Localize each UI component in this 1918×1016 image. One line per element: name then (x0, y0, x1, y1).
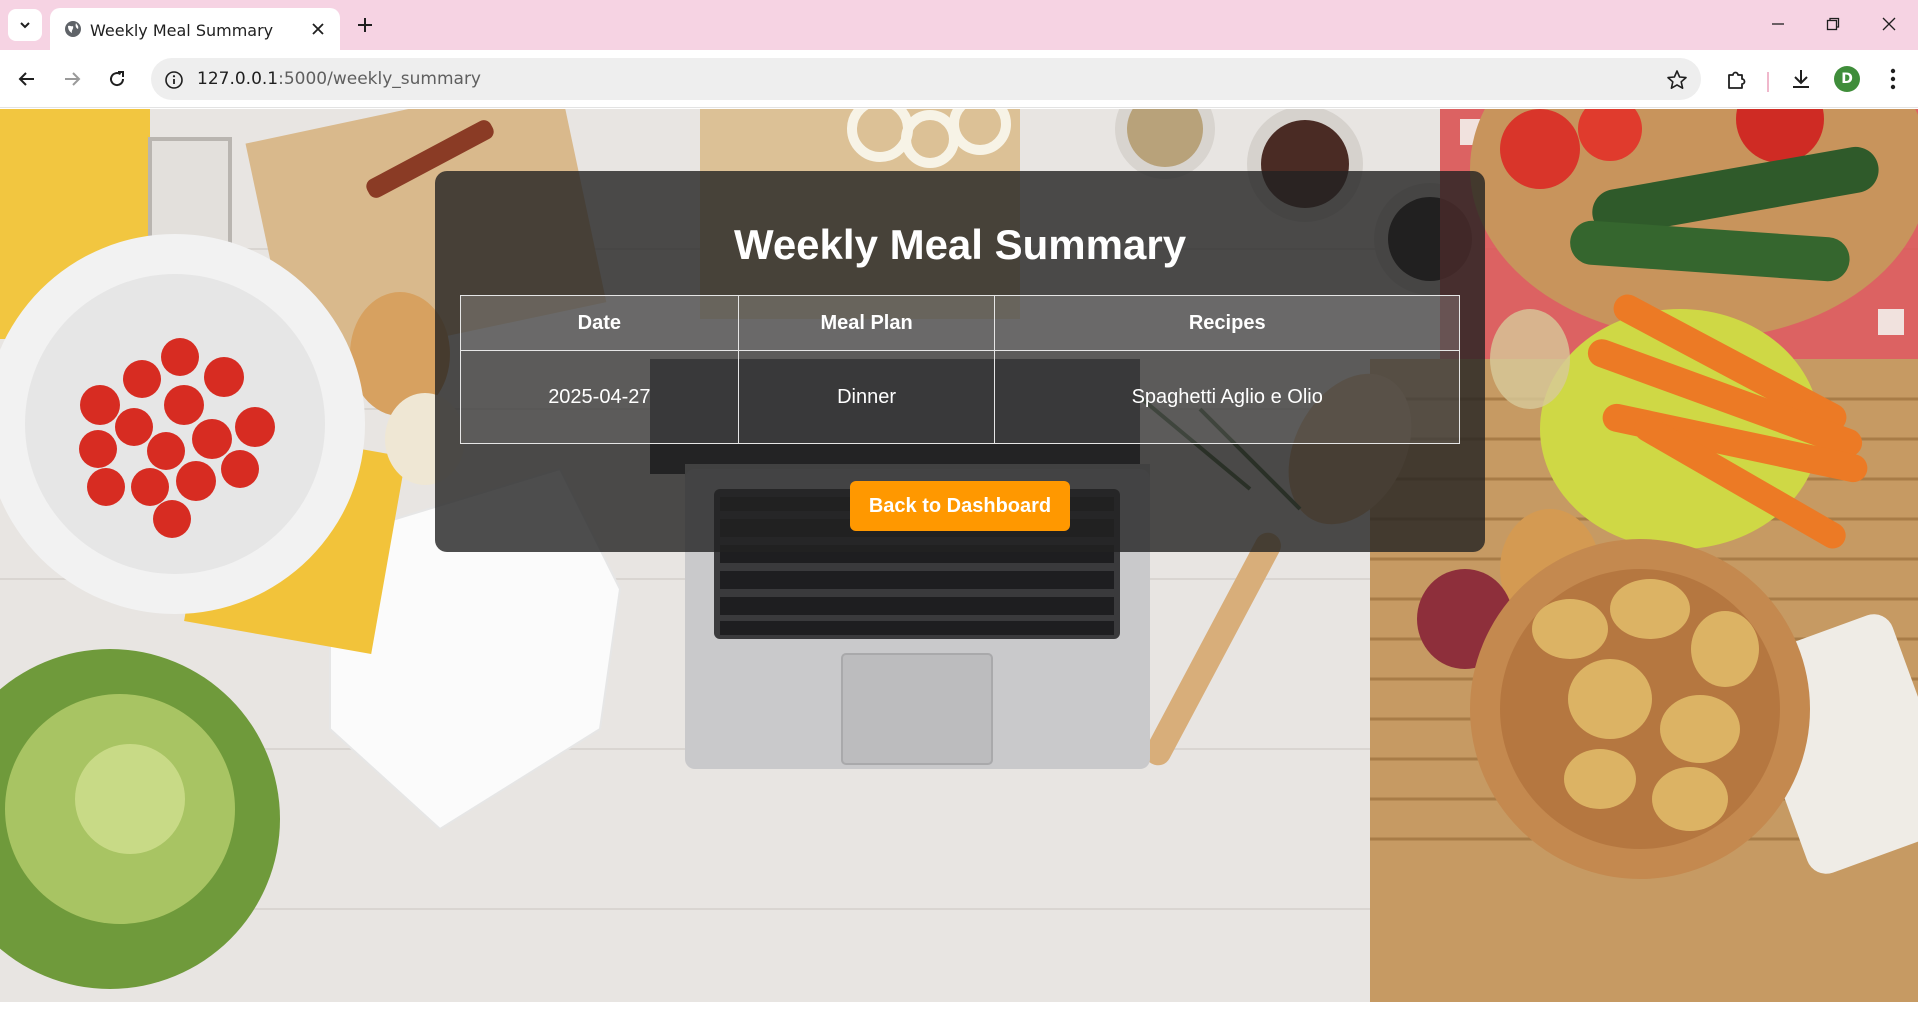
page-viewport: Weekly Meal Summary Date Meal Plan Recip… (0, 109, 1918, 1002)
tab-search-button[interactable] (8, 9, 42, 41)
browser-titlebar: Weekly Meal Summary (0, 0, 1918, 50)
browser-toolbar: 127.0.0.1:5000/weekly_summary D (0, 50, 1918, 108)
arrow-right-icon (65, 72, 81, 86)
page-title: Weekly Meal Summary (733, 221, 1187, 268)
arrow-left-icon (18, 72, 34, 86)
column-header-meal-plan: Meal Plan (737, 295, 996, 351)
puzzle-icon (1728, 71, 1746, 89)
cell-date: 2025-04-27 (460, 350, 739, 444)
restore-button[interactable] (1813, 8, 1853, 40)
reload-button[interactable] (101, 63, 133, 95)
profile-avatar[interactable]: D (1834, 66, 1860, 92)
close-icon (312, 23, 324, 35)
restore-icon (1826, 17, 1840, 31)
reload-icon (110, 71, 125, 87)
table-header-row: Date Meal Plan Recipes (460, 295, 1460, 351)
url-text[interactable]: 127.0.0.1:5000/weekly_summary (197, 69, 481, 89)
new-tab-button[interactable] (352, 12, 378, 38)
column-header-date: Date (460, 295, 739, 351)
meal-summary-table: Date Meal Plan Recipes 2025-04-27 Dinner… (460, 295, 1460, 444)
tab-close-button[interactable] (308, 19, 328, 39)
table-row: 2025-04-27 Dinner Spaghetti Aglio e Olio (460, 350, 1460, 444)
globe-icon (65, 21, 81, 37)
back-nav-button[interactable] (11, 63, 43, 95)
close-window-button[interactable] (1869, 8, 1909, 40)
cell-meal-plan: Dinner (737, 350, 996, 444)
minimize-icon (1772, 23, 1784, 25)
chevron-down-icon (20, 22, 30, 29)
menu-button[interactable] (1878, 64, 1908, 94)
extensions-button[interactable] (1722, 64, 1752, 94)
forward-nav-button[interactable] (56, 63, 88, 95)
back-to-dashboard-button[interactable]: Back to Dashboard (850, 481, 1070, 531)
minimize-button[interactable] (1758, 8, 1798, 40)
close-icon (1882, 17, 1896, 31)
cell-recipes: Spaghetti Aglio e Olio (994, 350, 1460, 444)
column-header-recipes: Recipes (994, 295, 1460, 351)
info-icon[interactable] (163, 69, 185, 91)
toolbar-divider (1767, 72, 1769, 92)
summary-panel: Weekly Meal Summary Date Meal Plan Recip… (435, 171, 1485, 552)
plus-icon (358, 18, 372, 32)
downloads-button[interactable] (1786, 64, 1816, 94)
browser-tab-active[interactable]: Weekly Meal Summary (50, 8, 340, 50)
url-path: :5000/weekly_summary (278, 69, 481, 89)
download-icon (1793, 70, 1809, 88)
page-bottom-strip (0, 1002, 1918, 1016)
more-vertical-icon (1890, 68, 1896, 90)
star-icon[interactable] (1665, 68, 1689, 92)
url-host: 127.0.0.1 (197, 69, 279, 89)
tab-title: Weekly Meal Summary (90, 21, 274, 40)
address-bar[interactable]: 127.0.0.1:5000/weekly_summary (151, 58, 1701, 100)
